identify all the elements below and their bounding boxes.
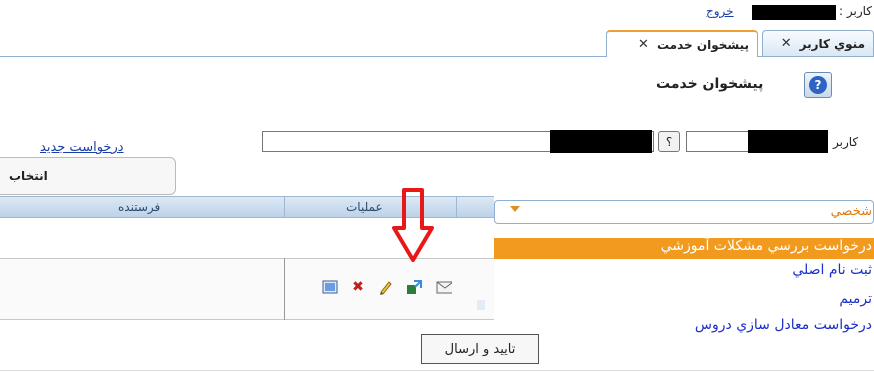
column-divider xyxy=(456,196,457,218)
dropdown-selected-label: شخصي xyxy=(830,204,872,219)
lookup-button[interactable]: ؟ xyxy=(658,131,680,152)
annotation-arrow-icon xyxy=(392,188,434,262)
chevron-down-icon[interactable] xyxy=(510,206,520,212)
list-item[interactable]: ثبت نام اصلي xyxy=(494,262,874,283)
close-icon[interactable]: ✕ xyxy=(781,36,792,51)
redacted-user-name xyxy=(550,130,652,153)
user-field-label: کاربر xyxy=(833,135,859,149)
help-button[interactable]: ? xyxy=(804,72,832,98)
list-item[interactable]: درخواست معادل سازي دروس xyxy=(494,317,874,338)
user-label: کاربر : xyxy=(839,4,872,18)
column-header-operations[interactable]: عمليات xyxy=(346,200,383,214)
edit-icon[interactable] xyxy=(378,279,394,295)
column-header-sender[interactable]: فرستنده xyxy=(118,200,160,214)
list-item[interactable]: ترميم xyxy=(494,291,874,312)
tab-label: پيشخوان خدمت xyxy=(656,37,749,52)
scrollbar[interactable] xyxy=(477,300,485,310)
redacted-username xyxy=(752,5,836,20)
new-request-link[interactable]: درخواست جديد xyxy=(40,140,124,155)
select-button[interactable]: انتخاب xyxy=(0,157,176,195)
envelope-icon[interactable] xyxy=(436,279,452,295)
redacted-user-code xyxy=(748,130,828,153)
close-icon[interactable]: ✕ xyxy=(638,37,649,52)
view-icon[interactable] xyxy=(322,279,338,295)
column-divider xyxy=(284,258,285,320)
category-dropdown[interactable] xyxy=(494,200,874,224)
tooltip: تاييد و ارسال xyxy=(421,334,539,364)
tab-user-menu[interactable]: منوي کاربر ✕ xyxy=(762,30,874,56)
delete-icon[interactable]: ✖ xyxy=(350,279,366,295)
list-item[interactable]: درخواست بررسي مشکلات آموزشي xyxy=(494,238,874,259)
question-icon: ? xyxy=(809,76,827,94)
page-title: پيشخوان خدمت xyxy=(656,76,764,92)
logout-link[interactable]: خروج xyxy=(706,4,734,18)
approve-send-icon[interactable] xyxy=(406,279,422,295)
divider xyxy=(0,370,874,371)
tab-label: منوي کاربر xyxy=(799,36,865,51)
tab-service-desk[interactable]: پيشخوان خدمت ✕ xyxy=(606,30,758,57)
column-divider xyxy=(284,196,285,218)
